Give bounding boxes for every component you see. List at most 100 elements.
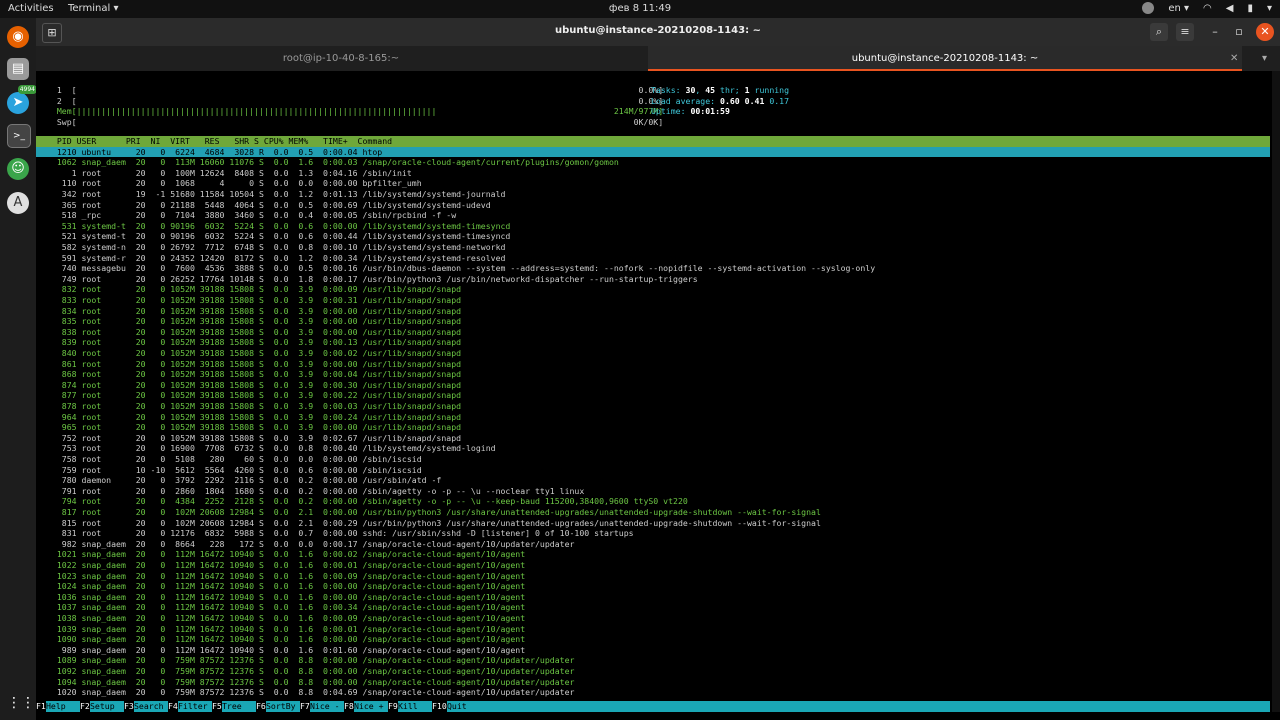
close-icon[interactable]: ✕: [1256, 23, 1274, 41]
fkey-f9[interactable]: F9: [388, 701, 398, 712]
process-row[interactable]: 1021 snap_daem 20 0 112M 16472 10940 S 0…: [47, 549, 525, 560]
fkey-label[interactable]: Kill: [398, 701, 428, 712]
process-row[interactable]: 1020 snap_daem 20 0 759M 87572 12376 S 0…: [47, 687, 575, 698]
fkey-label[interactable]: Setup: [90, 701, 120, 712]
process-row[interactable]: 965 root 20 0 1052M 39188 15808 S 0.0 3.…: [47, 422, 461, 433]
fkey-label[interactable]: Search: [134, 701, 164, 712]
fkey-f6[interactable]: F6: [256, 701, 266, 712]
process-row[interactable]: 877 root 20 0 1052M 39188 15808 S 0.0 3.…: [47, 390, 461, 401]
process-row[interactable]: 780 daemon 20 0 3792 2292 2116 S 0.0 0.2…: [47, 475, 442, 486]
process-row[interactable]: 365 root 20 0 21188 5448 4064 S 0.0 0.5 …: [47, 200, 491, 211]
process-row[interactable]: 1022 snap_daem 20 0 112M 16472 10940 S 0…: [47, 560, 525, 571]
fkey-f3[interactable]: F3: [124, 701, 134, 712]
process-row[interactable]: 753 root 20 0 16900 7708 6732 S 0.0 0.8 …: [47, 443, 496, 454]
cpu2-meter: 2 [ 0.0%]: [47, 95, 664, 106]
software-center-icon[interactable]: A: [7, 192, 29, 214]
assistant-icon[interactable]: [1142, 2, 1155, 14]
process-row[interactable]: 861 root 20 0 1052M 39188 15808 S 0.0 3.…: [47, 359, 461, 370]
maximize-icon[interactable]: ▫: [1230, 23, 1248, 41]
process-row[interactable]: 831 root 20 0 12176 6832 5988 S 0.0 0.7 …: [47, 528, 634, 539]
system-tray[interactable]: en ▾ ◠ ◀ ▮ ▾: [1142, 2, 1272, 14]
process-row[interactable]: 989 snap_daem 20 0 112M 16472 10940 S 0.…: [47, 645, 525, 656]
battery-icon[interactable]: ▮: [1247, 3, 1253, 14]
process-row[interactable]: 1 root 20 0 100M 12624 8408 S 0.0 1.3 0:…: [47, 168, 412, 179]
fkey-f8[interactable]: F8: [344, 701, 354, 712]
network-icon[interactable]: ◠: [1203, 3, 1212, 14]
process-row[interactable]: 1038 snap_daem 20 0 112M 16472 10940 S 0…: [47, 613, 525, 624]
process-row[interactable]: 874 root 20 0 1052M 39188 15808 S 0.0 3.…: [47, 380, 461, 391]
process-row[interactable]: 840 root 20 0 1052M 39188 15808 S 0.0 3.…: [47, 348, 461, 359]
fkey-label[interactable]: Nice -: [310, 701, 340, 712]
telegram-icon[interactable]: ➤ 4994: [7, 85, 37, 114]
process-row[interactable]: 838 root 20 0 1052M 39188 15808 S 0.0 3.…: [47, 327, 461, 338]
process-row[interactable]: 794 root 20 0 4384 2252 2128 S 0.0 0.2 0…: [47, 496, 688, 507]
process-row[interactable]: 1089 snap_daem 20 0 759M 87572 12376 S 0…: [47, 655, 575, 666]
process-header[interactable]: PID USER PRI NI VIRT RES SHR S CPU% MEM%…: [47, 136, 392, 147]
process-row[interactable]: 1062 snap_daem 20 0 113M 16060 11076 S 0…: [47, 157, 619, 168]
fkey-f1[interactable]: F1: [36, 701, 46, 712]
fkey-label[interactable]: Filter: [178, 701, 208, 712]
terminal-area[interactable]: 1 [ 0.0%] 2 [0.0%] Mem[||||||||||||||||…: [36, 71, 1280, 720]
process-row[interactable]: 342 root 19 -1 51680 11584 10504 S 0.0 1…: [47, 189, 506, 200]
process-row[interactable]: 839 root 20 0 1052M 39188 15808 S 0.0 3.…: [47, 337, 461, 348]
files-icon[interactable]: ▤: [7, 58, 29, 80]
scrollbar[interactable]: [1272, 71, 1280, 712]
minimize-icon[interactable]: –: [1206, 23, 1224, 41]
fkey-f2[interactable]: F2: [80, 701, 90, 712]
process-row[interactable]: 982 snap_daem 20 0 8664 228 172 S 0.0 0.…: [47, 539, 575, 550]
process-row[interactable]: 1037 snap_daem 20 0 112M 16472 10940 S 0…: [47, 602, 525, 613]
fkey-f4[interactable]: F4: [168, 701, 178, 712]
process-row[interactable]: 521 systemd-t 20 0 90196 6032 5224 S 0.0…: [47, 231, 511, 242]
process-row[interactable]: 1092 snap_daem 20 0 759M 87572 12376 S 0…: [47, 666, 575, 677]
android-icon[interactable]: ☺: [7, 158, 29, 180]
search-icon[interactable]: ⌕: [1150, 23, 1168, 41]
tab-ubuntu[interactable]: ubuntu@instance-20210208-1143: ~: [648, 46, 1242, 71]
fkey-label[interactable]: Nice +: [354, 701, 384, 712]
process-row[interactable]: 740 messagebu 20 0 7600 4536 3888 S 0.0 …: [47, 263, 875, 274]
firefox-icon[interactable]: ◉: [7, 26, 29, 48]
fkey-f7[interactable]: F7: [300, 701, 310, 712]
process-row[interactable]: 817 root 20 0 102M 20608 12984 S 0.0 2.1…: [47, 507, 821, 518]
process-row[interactable]: 1024 snap_daem 20 0 112M 16472 10940 S 0…: [47, 581, 525, 592]
clock[interactable]: фев 8 11:49: [0, 3, 1280, 14]
process-row[interactable]: 832 root 20 0 1052M 39188 15808 S 0.0 3.…: [47, 284, 461, 295]
process-row[interactable]: 1094 snap_daem 20 0 759M 87572 12376 S 0…: [47, 677, 575, 688]
process-row[interactable]: 834 root 20 0 1052M 39188 15808 S 0.0 3.…: [47, 306, 461, 317]
process-row[interactable]: 531 systemd-t 20 0 90196 6032 5224 S 0.0…: [47, 221, 511, 232]
process-row[interactable]: 1039 snap_daem 20 0 112M 16472 10940 S 0…: [47, 624, 525, 635]
process-row[interactable]: 833 root 20 0 1052M 39188 15808 S 0.0 3.…: [47, 295, 461, 306]
language-indicator[interactable]: en ▾: [1168, 3, 1189, 14]
process-row[interactable]: 791 root 20 0 2860 1804 1680 S 0.0 0.2 0…: [47, 486, 585, 497]
process-row[interactable]: 835 root 20 0 1052M 39188 15808 S 0.0 3.…: [47, 316, 461, 327]
tab-root[interactable]: root@ip-10-40-8-165:~: [36, 46, 646, 71]
process-row[interactable]: 749 root 20 0 26252 17764 10148 S 0.0 1.…: [47, 274, 698, 285]
fkey-f10[interactable]: F10: [432, 701, 447, 712]
process-row[interactable]: 1210 ubuntu 20 0 6224 4684 3028 R 0.0 0.…: [47, 147, 382, 158]
show-apps-icon[interactable]: ⋮⋮: [7, 692, 35, 714]
process-row[interactable]: 758 root 20 0 5108 280 60 S 0.0 0.0 0:00…: [47, 454, 422, 465]
process-row[interactable]: 591 systemd-r 20 0 24352 12420 8172 S 0.…: [47, 253, 506, 264]
tab-close-icon[interactable]: ✕: [1230, 46, 1238, 71]
process-row[interactable]: 1090 snap_daem 20 0 112M 16472 10940 S 0…: [47, 634, 525, 645]
process-row[interactable]: 582 systemd-n 20 0 26792 7712 6748 S 0.0…: [47, 242, 506, 253]
menu-icon[interactable]: ≡: [1176, 23, 1194, 41]
process-row[interactable]: 1023 snap_daem 20 0 112M 16472 10940 S 0…: [47, 571, 525, 582]
fkey-label[interactable]: Quit: [447, 701, 477, 712]
fkey-f5[interactable]: F5: [212, 701, 222, 712]
process-row[interactable]: 110 root 20 0 1068 4 0 S 0.0 0.0 0:00.00…: [47, 178, 422, 189]
fkey-label[interactable]: SortBy: [266, 701, 296, 712]
process-row[interactable]: 759 root 10 -10 5612 5564 4260 S 0.0 0.6…: [47, 465, 422, 476]
process-row[interactable]: 518 _rpc 20 0 7104 3880 3460 S 0.0 0.4 0…: [47, 210, 456, 221]
tab-menu-icon[interactable]: ▾: [1262, 46, 1267, 71]
volume-icon[interactable]: ◀: [1226, 3, 1234, 14]
process-row[interactable]: 964 root 20 0 1052M 39188 15808 S 0.0 3.…: [47, 412, 461, 423]
chevron-down-icon[interactable]: ▾: [1267, 3, 1272, 14]
terminal-icon[interactable]: >_: [7, 124, 31, 148]
process-row[interactable]: 868 root 20 0 1052M 39188 15808 S 0.0 3.…: [47, 369, 461, 380]
fkey-label[interactable]: Tree: [222, 701, 252, 712]
process-row[interactable]: 752 root 20 0 1052M 39188 15808 S 0.0 3.…: [47, 433, 461, 444]
process-row[interactable]: 878 root 20 0 1052M 39188 15808 S 0.0 3.…: [47, 401, 461, 412]
process-row[interactable]: 815 root 20 0 102M 20608 12984 S 0.0 2.1…: [47, 518, 821, 529]
fkey-label[interactable]: Help: [46, 701, 76, 712]
process-row[interactable]: 1036 snap_daem 20 0 112M 16472 10940 S 0…: [47, 592, 525, 603]
